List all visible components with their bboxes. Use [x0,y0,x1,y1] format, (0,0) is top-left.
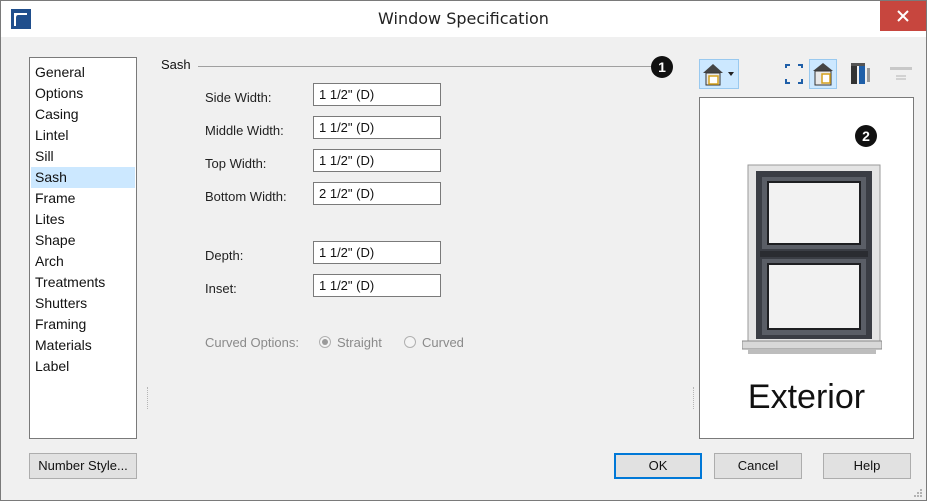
fit-to-window-icon [785,64,803,84]
category-label[interactable]: Label [31,356,135,377]
house-view-dropdown-button[interactable] [699,59,739,89]
category-sill[interactable]: Sill [31,146,135,167]
dialog-body: General Options Casing Lintel Sill Sash … [1,37,926,500]
category-lintel[interactable]: Lintel [31,125,135,146]
category-treatments[interactable]: Treatments [31,272,135,293]
bottom-width-label: Bottom Width: [205,189,287,204]
category-framing[interactable]: Framing [31,314,135,335]
window-title: Window Specification [378,9,549,28]
preview-pane[interactable]: 2 Exterior [699,97,914,439]
group-divider [198,66,651,67]
top-width-field[interactable]: 1 1/2" (D) [313,149,441,172]
window-specification-dialog: Window Specification General Options Cas… [0,0,927,501]
fit-to-window-button[interactable] [781,59,807,89]
bottom-width-field[interactable]: 2 1/2" (D) [313,182,441,205]
help-button[interactable]: Help [823,453,911,479]
window-preview-image [742,164,882,354]
straight-radio[interactable] [319,336,331,348]
category-frame[interactable]: Frame [31,188,135,209]
side-width-field[interactable]: 1 1/2" (D) [313,83,441,106]
category-shutters[interactable]: Shutters [31,293,135,314]
category-list[interactable]: General Options Casing Lintel Sill Sash … [29,57,137,439]
curved-options-label: Curved Options: [205,335,299,350]
view-toggle-button[interactable] [809,59,837,89]
view-toggle-icon [809,59,837,89]
category-arch[interactable]: Arch [31,251,135,272]
house-view-dropdown-icon [699,59,739,89]
ok-button[interactable]: OK [614,453,702,479]
category-materials[interactable]: Materials [31,335,135,356]
title-bar: Window Specification [1,1,926,37]
frame-view-icon [851,63,870,84]
swap-view-icon [890,67,912,80]
cancel-button[interactable]: Cancel [714,453,802,479]
category-sash[interactable]: Sash [31,167,135,188]
depth-field[interactable]: 1 1/2" (D) [313,241,441,264]
middle-width-field[interactable]: 1 1/2" (D) [313,116,441,139]
curved-radio[interactable] [404,336,416,348]
sash-group-title: Sash [161,57,191,72]
side-width-label: Side Width: [205,90,272,105]
splitter-gripper-left[interactable] [147,387,150,409]
top-width-label: Top Width: [205,156,267,171]
middle-width-label: Middle Width: [205,123,284,138]
straight-radio-label[interactable]: Straight [337,335,382,350]
category-lites[interactable]: Lites [31,209,135,230]
inset-field[interactable]: 1 1/2" (D) [313,274,441,297]
splitter-gripper-right[interactable] [693,387,696,409]
close-icon [897,10,909,22]
swap-view-button[interactable] [887,59,915,89]
inset-label: Inset: [205,281,237,296]
resize-grip-icon[interactable] [913,488,923,498]
category-general[interactable]: General [31,62,135,83]
category-shape[interactable]: Shape [31,230,135,251]
category-casing[interactable]: Casing [31,104,135,125]
callout-badge-1: 1 [651,56,673,78]
close-button[interactable] [880,1,926,31]
curved-radio-label[interactable]: Curved [422,335,464,350]
frame-view-button[interactable] [847,59,875,89]
depth-label: Depth: [205,248,244,263]
callout-badge-2: 2 [855,125,877,147]
category-options[interactable]: Options [31,83,135,104]
number-style-button[interactable]: Number Style... [29,453,137,479]
preview-label: Exterior [747,378,866,416]
